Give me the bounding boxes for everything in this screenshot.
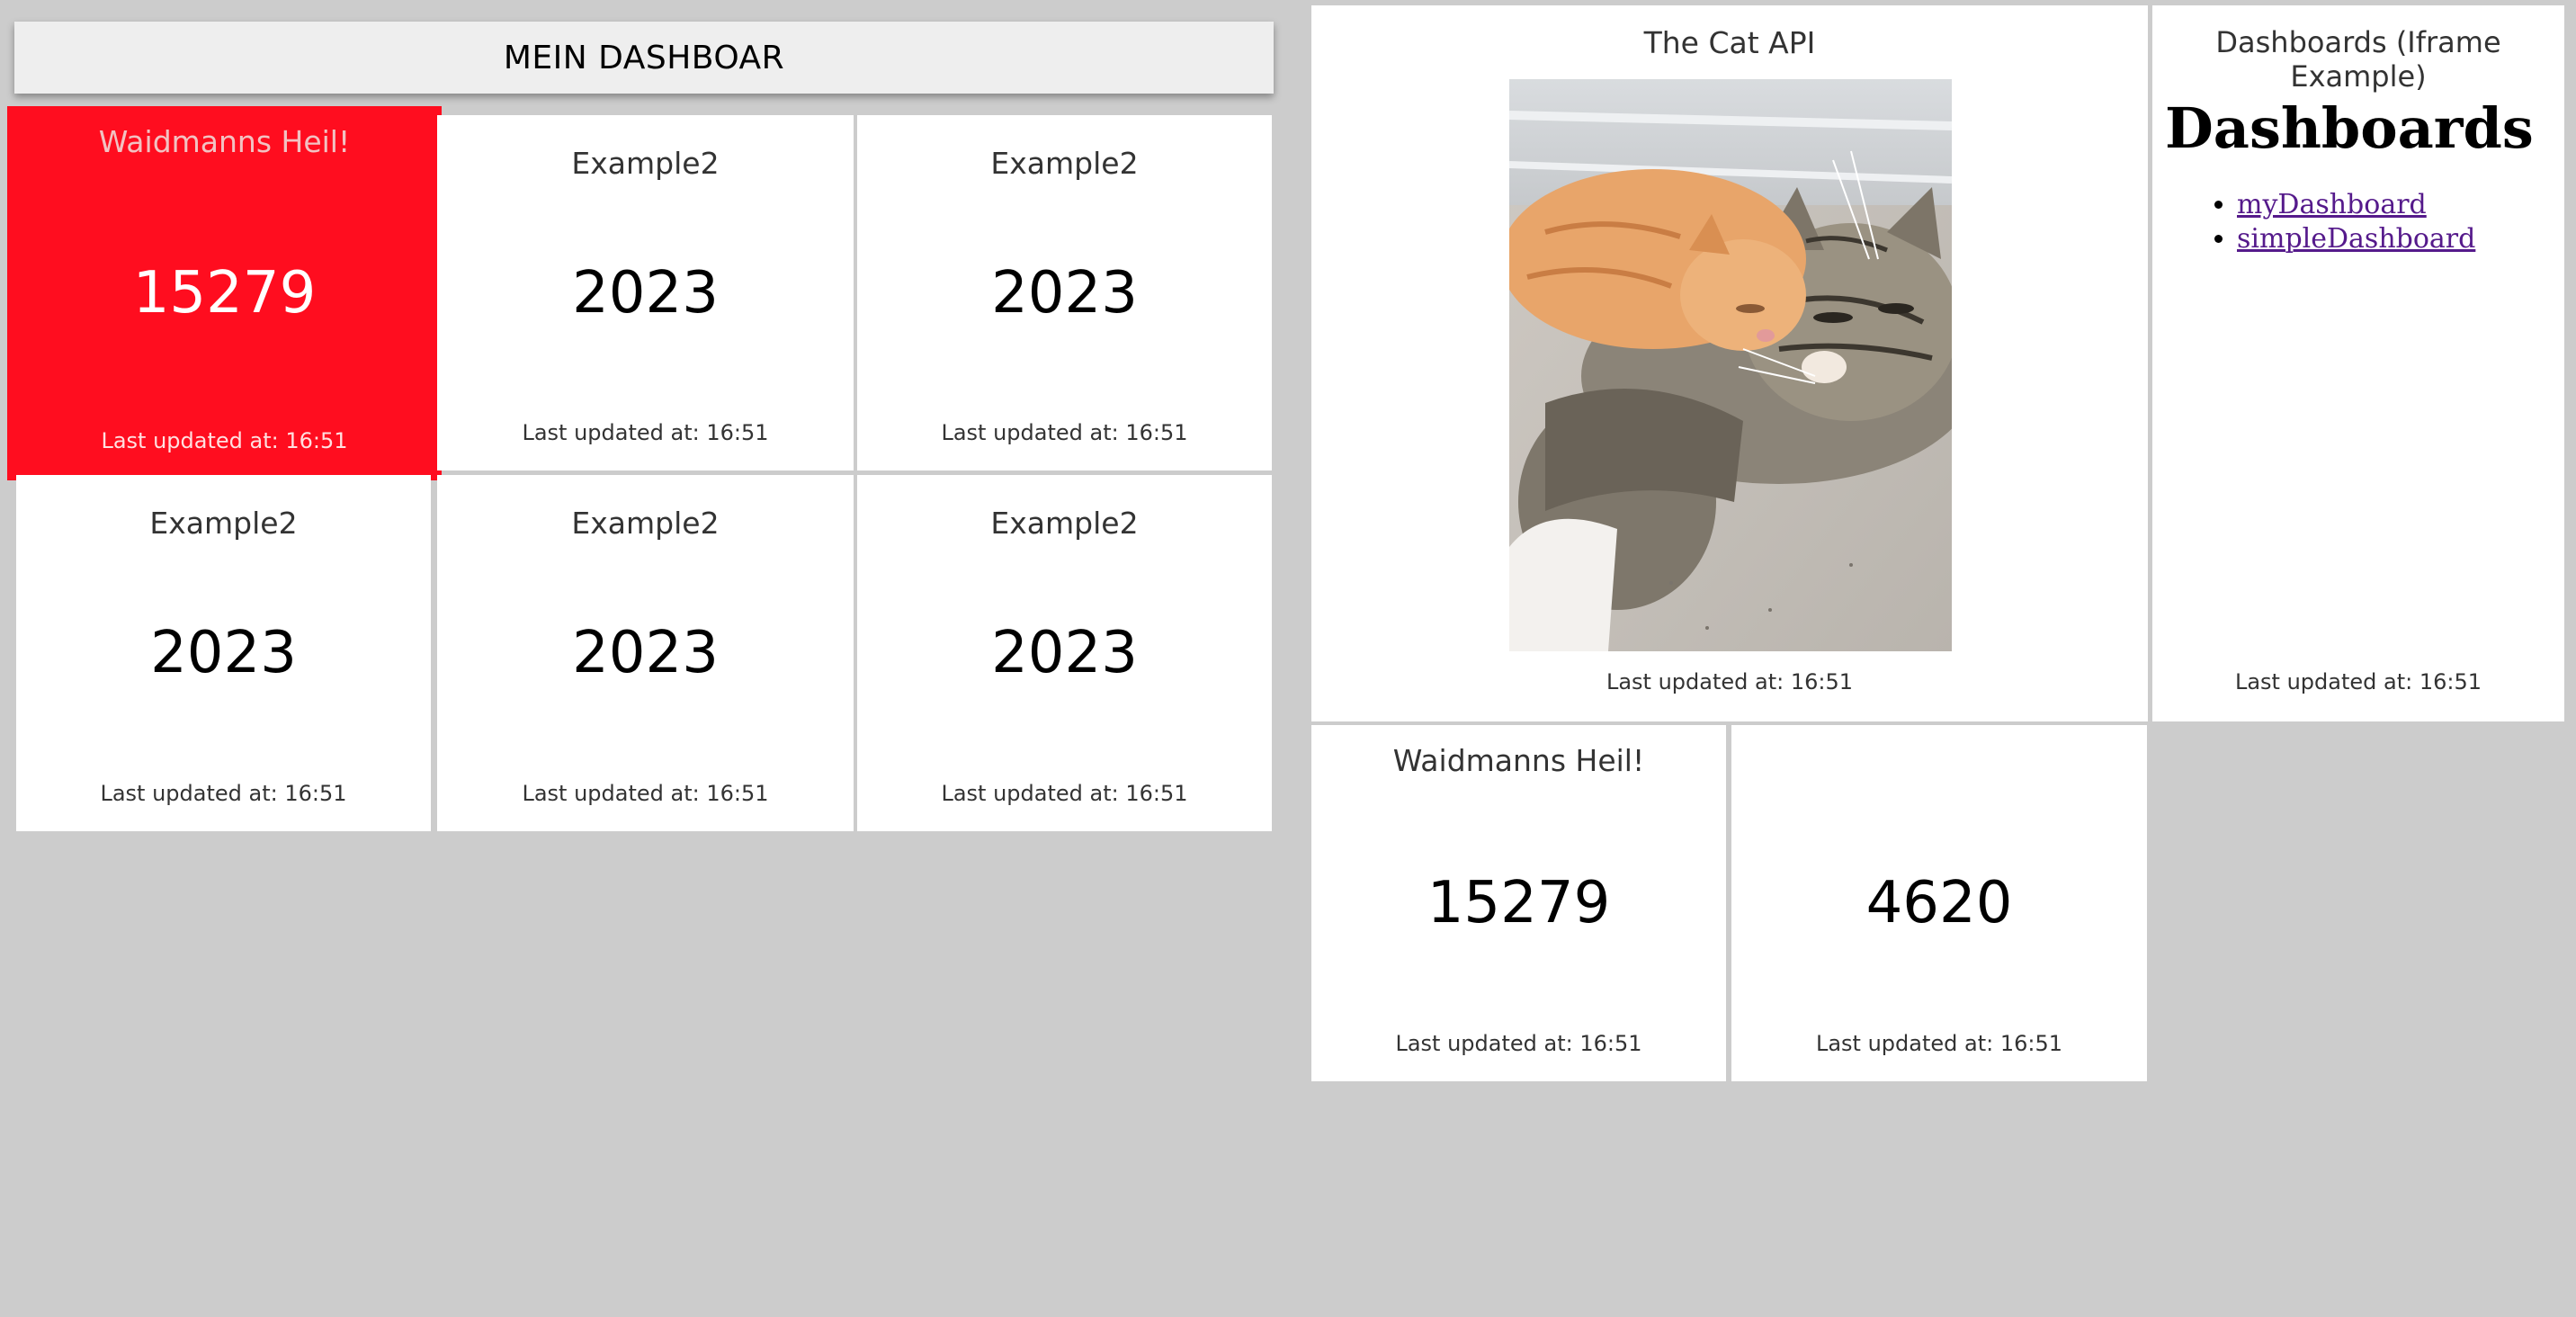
widget-example2-5[interactable]: Example2 2023 Last updated at: 16:51: [857, 475, 1272, 831]
widget-updated: Last updated at: 16:51: [100, 781, 347, 806]
widget-example2-3[interactable]: Example2 2023 Last updated at: 16:51: [16, 475, 431, 831]
widget-title: Example2: [990, 146, 1139, 181]
widget-title: Example2: [571, 506, 720, 541]
widget-updated: Last updated at: 16:51: [1606, 669, 1854, 694]
widget-cat-api[interactable]: The Cat API Last updated at: 16:51: [1311, 5, 2148, 721]
widget-waidmanns-heil[interactable]: Waidmanns Heil! 15279 Last updated at: 1…: [1311, 725, 1726, 1081]
widget-value: 2023: [150, 620, 297, 686]
iframe-heading: Dashboards: [2165, 95, 2534, 161]
widget-iframe-example[interactable]: Dashboards (Iframe Example) Dashboards m…: [2152, 5, 2564, 721]
widget-value: 2023: [991, 259, 1138, 327]
cat-photo: [1509, 79, 1952, 651]
list-item: simpleDashboard: [2237, 222, 2555, 256]
widget-value: 15279: [132, 260, 317, 327]
dashboard-title: MEIN DASHBOAR: [503, 39, 785, 76]
list-item: myDashboard: [2237, 188, 2555, 222]
widget-updated: Last updated at: 16:51: [941, 781, 1188, 806]
widget-updated: Last updated at: 16:51: [522, 420, 769, 445]
widget-updated: Last updated at: 16:51: [1395, 1031, 1642, 1056]
widget-updated: Last updated at: 16:51: [2234, 669, 2482, 694]
widget-title: Example2: [990, 506, 1139, 541]
widget-title: Dashboards (Iframe Example): [2215, 25, 2501, 94]
widget-title: The Cat API: [1643, 25, 1816, 60]
widget-value: 2023: [572, 259, 719, 327]
widget-value: 15279: [1427, 870, 1611, 936]
widget-title: Waidmanns Heil!: [1392, 743, 1645, 778]
widget-updated: Last updated at: 16:51: [1815, 1031, 2063, 1056]
dashboard-header: MEIN DASHBOAR: [14, 22, 1274, 94]
widget-value: 2023: [991, 620, 1138, 686]
widget-updated: Last updated at: 16:51: [941, 420, 1188, 445]
widget-updated: Last updated at: 16:51: [522, 781, 769, 806]
widget-value-4620[interactable]: 4620 Last updated at: 16:51: [1731, 725, 2147, 1081]
link-simpledashboard[interactable]: simpleDashboard: [2237, 223, 2475, 255]
widget-waidmanns-heil-alert[interactable]: Waidmanns Heil! 15279 Last updated at: 1…: [7, 106, 442, 480]
widget-title: Waidmanns Heil!: [98, 124, 351, 159]
widget-example2-4[interactable]: Example2 2023 Last updated at: 16:51: [437, 475, 854, 831]
link-mydashboard[interactable]: myDashboard: [2237, 189, 2427, 220]
iframe-content[interactable]: Dashboards myDashboard simpleDashboard: [2165, 86, 2555, 256]
widget-value: 2023: [572, 620, 719, 686]
widget-example2-2[interactable]: Example2 2023 Last updated at: 16:51: [857, 115, 1272, 470]
widget-title: Example2: [149, 506, 298, 541]
widget-updated: Last updated at: 16:51: [101, 428, 348, 453]
widget-value: 4620: [1865, 870, 2013, 936]
widget-title: Example2: [571, 146, 720, 181]
widget-example2-1[interactable]: Example2 2023 Last updated at: 16:51: [437, 115, 854, 470]
dashboard-link-list: myDashboard simpleDashboard: [2165, 188, 2555, 256]
